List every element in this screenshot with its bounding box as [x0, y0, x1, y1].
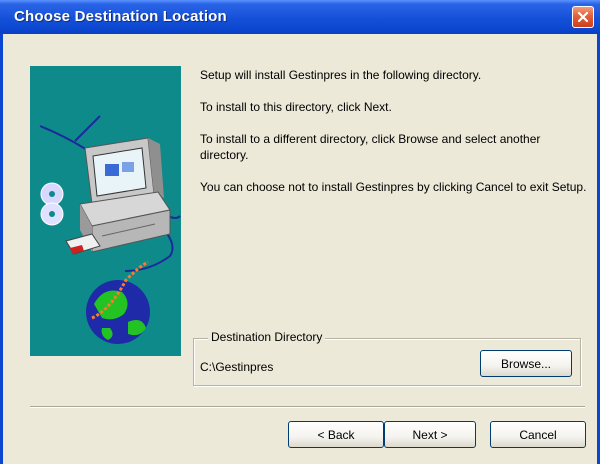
- info-paragraph-click-next: To install to this directory, click Next…: [200, 100, 392, 114]
- title-bar[interactable]: Choose Destination Location: [0, 0, 600, 35]
- cancel-button[interactable]: Cancel: [490, 421, 586, 448]
- dialog-title: Choose Destination Location: [14, 8, 227, 25]
- close-icon: [577, 11, 589, 23]
- info-paragraph-browse: To install to a different directory, cli…: [200, 132, 541, 162]
- next-button[interactable]: Next >: [384, 421, 476, 448]
- close-button[interactable]: [572, 6, 594, 28]
- back-button[interactable]: < Back: [288, 421, 384, 448]
- info-paragraph-cancel: You can choose not to install Gestinpres…: [200, 180, 587, 194]
- destination-path: C:\Gestinpres: [200, 360, 274, 374]
- info-paragraph-install-location: Setup will install Gestinpres in the fol…: [200, 68, 482, 82]
- setup-dialog: Choose Destination Location Setup will i…: [0, 0, 600, 464]
- destination-directory-legend: Destination Directory: [208, 330, 326, 344]
- browse-button[interactable]: Browse...: [480, 350, 572, 377]
- button-separator: [30, 406, 585, 408]
- setup-computer-globe-icon: [30, 66, 181, 356]
